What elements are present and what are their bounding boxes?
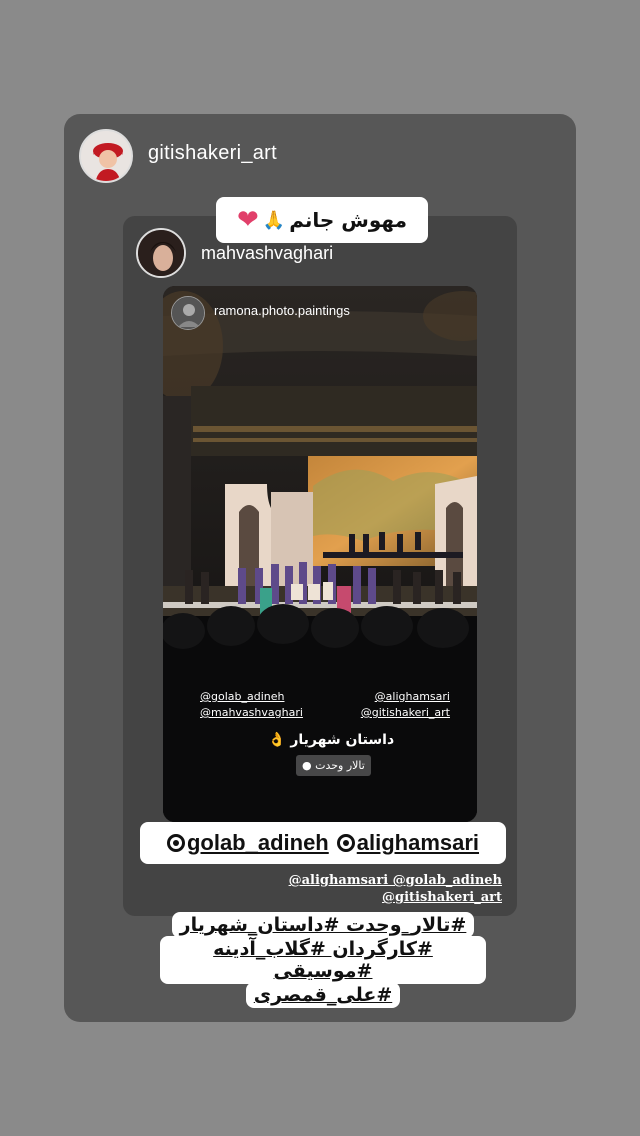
outer-avatar[interactable] (79, 129, 133, 183)
photo-mention-gitishakeri[interactable]: @gitishakeri_art (361, 706, 450, 719)
small-mentions: @alighamsari @golab_adineh @gitishakeri_… (262, 872, 502, 906)
mention-golab[interactable]: golab_adineh (166, 830, 329, 856)
hashtag-line-3[interactable]: #علی_قمصری (245, 982, 401, 1008)
caption-sticker: مهوش جانم 🙏 ❤ (216, 197, 428, 243)
mention-icon (336, 834, 355, 852)
photo-mentions: @golab_adineh @alighamsari @mahvashvagha… (200, 690, 450, 722)
mention-alighamsari[interactable]: alighamsari (336, 830, 479, 856)
photo-mention-alighamsari[interactable]: @alighamsari (375, 690, 450, 703)
photo-title: داستان شهریار 👌 (268, 732, 395, 748)
hashtags: #تالار_وحدت #داستان_شهریار #کارگردان #گل… (160, 912, 486, 1008)
location-pin-icon: ● (302, 759, 312, 772)
pray-emoji: 🙏 (262, 209, 286, 231)
outer-username[interactable]: gitishakeri_art (148, 142, 277, 165)
photo-mention-mahvash[interactable]: @mahvashvaghari (200, 706, 303, 719)
heart-emoji: ❤ (236, 205, 259, 235)
location-sticker[interactable]: تالار وحدت ● (296, 755, 371, 776)
hashtag-line-1[interactable]: #تالار_وحدت #داستان_شهریار (171, 912, 475, 938)
mention-sticker: golab_adineh alighamsari (140, 822, 506, 864)
inner-username[interactable]: ramona.photo.paintings (214, 303, 350, 318)
inner-avatar[interactable] (171, 296, 205, 330)
small-mention-line-1[interactable]: @alighamsari @golab_adineh (289, 873, 502, 888)
photo-mention-golab[interactable]: @golab_adineh (200, 690, 284, 703)
mid-avatar[interactable] (136, 228, 186, 278)
mention-icon (166, 834, 185, 852)
hashtag-line-2[interactable]: #کارگردان #گلاب_آدینه #موسیقی (160, 936, 486, 984)
mid-username[interactable]: mahvashvaghari (201, 243, 333, 264)
ok-hand-emoji: 👌 (268, 732, 286, 748)
small-mention-line-2[interactable]: @gitishakeri_art (382, 890, 502, 905)
